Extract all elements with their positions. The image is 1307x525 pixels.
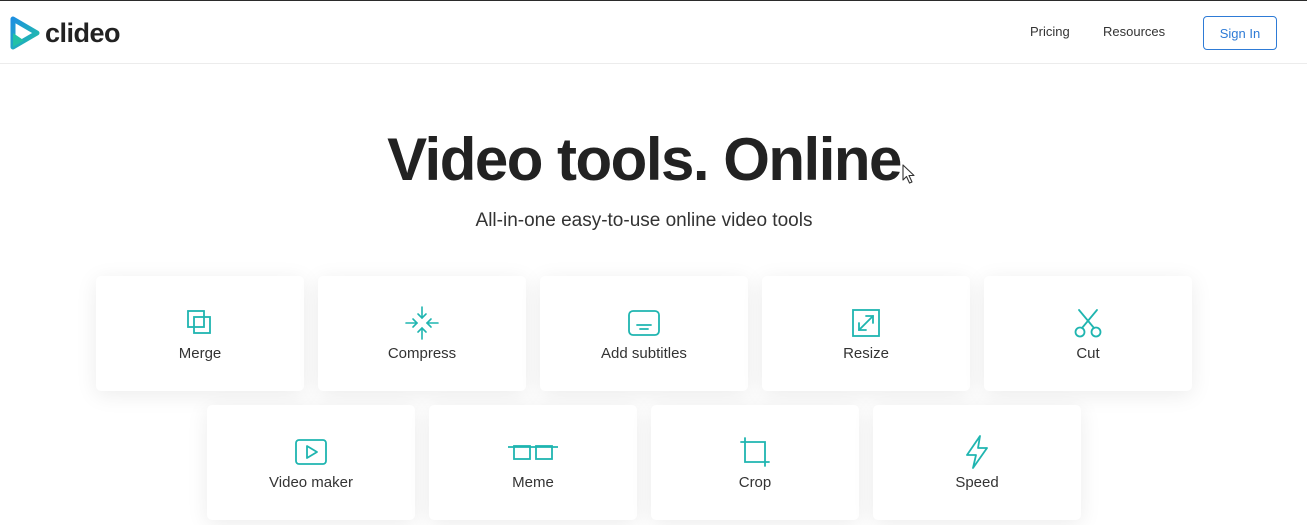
scissors-icon	[1071, 306, 1105, 340]
logo-text: clideo	[45, 17, 121, 48]
nav-resources-link[interactable]: Resources	[1103, 24, 1165, 39]
tool-card-resize[interactable]: Resize	[762, 276, 970, 391]
crop-icon	[738, 435, 772, 469]
tool-label: Meme	[512, 474, 554, 491]
tool-label: Speed	[955, 474, 999, 491]
page-title: Video tools. Online	[387, 126, 902, 193]
resize-icon	[849, 306, 883, 340]
tool-card-merge[interactable]: Merge	[96, 276, 304, 391]
tool-card-meme[interactable]: Meme	[429, 405, 637, 520]
mouse-cursor-icon	[902, 164, 915, 184]
tool-label: Crop	[738, 474, 772, 491]
tool-label: Video maker	[269, 474, 353, 491]
tool-label: Merge	[178, 345, 222, 362]
meme-glasses-icon	[507, 435, 559, 469]
compress-icon	[405, 306, 439, 340]
clideo-logo[interactable]: clideo	[10, 16, 121, 50]
merge-icon	[183, 306, 217, 340]
tool-label: Add subtitles	[601, 345, 687, 362]
lightning-icon	[960, 435, 994, 469]
nav-pricing-link[interactable]: Pricing	[1030, 24, 1070, 39]
tool-label: Resize	[843, 345, 889, 362]
sign-in-button[interactable]: Sign In	[1203, 16, 1277, 50]
site-header: clideo Pricing Resources Sign In	[0, 1, 1307, 64]
clideo-logo-icon	[10, 16, 40, 50]
tool-card-add-subtitles[interactable]: Add subtitles	[540, 276, 748, 391]
tool-card-crop[interactable]: Crop	[651, 405, 859, 520]
tool-card-video-maker[interactable]: Video maker	[207, 405, 415, 520]
tool-card-compress[interactable]: Compress	[318, 276, 526, 391]
play-icon	[294, 435, 328, 469]
tool-label: Compress	[387, 345, 457, 362]
subtitles-icon	[627, 306, 661, 340]
tool-card-speed[interactable]: Speed	[873, 405, 1081, 520]
tool-card-cut[interactable]: Cut	[984, 276, 1192, 391]
tool-label: Cut	[1076, 345, 1100, 362]
page-subtitle: All-in-one easy-to-use online video tool…	[475, 210, 813, 231]
